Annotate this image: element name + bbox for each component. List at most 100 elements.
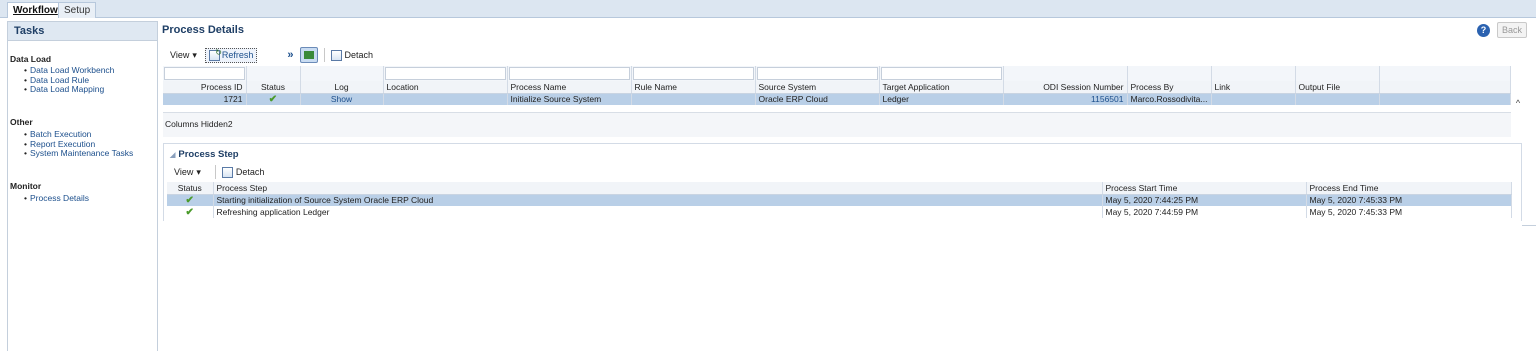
col-header[interactable]: Rule Name — [631, 81, 756, 94]
end-time-cell: May 5, 2020 7:45:33 PM — [1306, 206, 1512, 218]
header-row: Process ID Status Log Location Process N… — [163, 81, 1511, 94]
collapse-triangle-icon[interactable]: ◢ — [170, 152, 175, 159]
filter-cell — [246, 66, 301, 81]
filter-process-id[interactable] — [164, 67, 245, 80]
col-header[interactable]: ODI Session Number — [1003, 81, 1128, 94]
step-cell: Starting initialization of Source System… — [213, 194, 1103, 206]
filter-cell — [300, 66, 384, 81]
col-header[interactable]: Log — [300, 81, 384, 94]
col-header[interactable]: Status — [167, 182, 214, 195]
filter-process-name[interactable] — [508, 67, 630, 80]
output-file-cell — [1295, 93, 1380, 105]
overflow-chevron-icon[interactable]: » — [287, 49, 293, 61]
tasks-panel: Tasks Data Load Data Load Workbench Data… — [7, 21, 158, 351]
tab-setup[interactable]: Setup — [58, 2, 97, 18]
col-header[interactable]: Status — [246, 81, 301, 94]
columns-hidden-status: Columns Hidden2 — [163, 112, 1511, 137]
dropdown-arrow-icon: ▾ — [196, 166, 201, 177]
rule-name-cell — [631, 93, 756, 105]
nav-process-details[interactable]: Process Details — [24, 193, 89, 204]
filter-cell — [1295, 66, 1380, 81]
start-time-cell: May 5, 2020 7:44:59 PM — [1102, 206, 1307, 218]
nav-system-maintenance-tasks[interactable]: System Maintenance Tasks — [24, 148, 133, 159]
detach-icon — [221, 166, 233, 178]
other-list: Batch Execution Report Execution System … — [24, 129, 133, 159]
filter-target-application[interactable] — [880, 67, 1002, 80]
col-header[interactable]: Process ID — [163, 81, 247, 94]
filter-source-system[interactable] — [756, 67, 878, 80]
process-id-cell: 1721 — [163, 93, 247, 105]
view-menu[interactable]: View ▾ — [170, 50, 197, 61]
filter-cell — [631, 66, 756, 81]
filter-cell — [1127, 66, 1212, 81]
step-detach-label: Detach — [235, 167, 265, 177]
export-excel-icon[interactable] — [299, 47, 318, 63]
odi-session-link[interactable]: 1156501 — [1003, 93, 1128, 105]
end-time-cell: May 5, 2020 7:45:33 PM — [1306, 194, 1512, 206]
dropdown-arrow-icon: ▾ — [192, 49, 197, 60]
process-step-title: Process Step — [178, 149, 239, 160]
section-title-monitor: Monitor — [10, 181, 42, 191]
process-toolbar: View ▾ ↻ Refresh » Detach — [170, 46, 381, 64]
success-check-icon: ✔ — [185, 206, 194, 218]
target-application-cell: Ledger — [879, 93, 1004, 105]
columns-hidden-count: 2 — [227, 119, 233, 129]
scroll-up-icon[interactable]: ^ — [1513, 98, 1523, 110]
nav-data-load-mapping[interactable]: Data Load Mapping — [24, 84, 114, 95]
col-header[interactable]: Location — [383, 81, 508, 94]
toolbar-separator — [323, 48, 325, 62]
section-title-data-load: Data Load — [10, 54, 52, 64]
col-header[interactable]: Process Name — [507, 81, 632, 94]
col-header[interactable]: Output File — [1295, 81, 1380, 94]
filter-cell — [507, 66, 632, 81]
filter-cell — [383, 66, 508, 81]
filter-cell — [1379, 66, 1511, 81]
filter-location[interactable] — [384, 67, 506, 80]
filter-cell — [1003, 66, 1128, 81]
process-by-cell: Marco.Rossodivita... — [1127, 93, 1212, 105]
step-view-menu[interactable]: View ▾ — [174, 167, 201, 178]
filter-rule-name[interactable] — [632, 67, 754, 80]
col-header[interactable]: Source System — [755, 81, 880, 94]
col-header[interactable]: Process Start Time — [1102, 182, 1307, 195]
help-icon[interactable]: ? — [1477, 24, 1490, 37]
table-row[interactable]: 1721 ✔ Show Initialize Source System Ora… — [163, 93, 1511, 105]
refresh-button[interactable]: ↻ Refresh — [204, 47, 258, 63]
col-header — [1379, 81, 1511, 94]
tab-workflow[interactable]: Workflow — [7, 2, 64, 18]
status-cell: ✔ — [246, 93, 301, 105]
divider — [1522, 225, 1536, 226]
process-step-table: Status Process Step Process Start Time P… — [167, 182, 1512, 218]
col-header[interactable]: Process By — [1127, 81, 1212, 94]
back-button[interactable]: Back — [1497, 22, 1527, 38]
status-cell: ✔ — [167, 194, 214, 206]
table-row[interactable]: ✔ Refreshing application Ledger May 5, 2… — [167, 206, 1512, 218]
refresh-icon: ↻ — [208, 48, 222, 61]
success-check-icon: ✔ — [185, 194, 194, 206]
tasks-title: Tasks — [8, 22, 157, 41]
filter-row — [163, 66, 1511, 81]
link-cell — [1211, 93, 1296, 105]
step-view-label: View — [174, 167, 194, 177]
refresh-label: Refresh — [221, 50, 254, 60]
monitor-list: Process Details — [24, 193, 89, 204]
filter-cell — [879, 66, 1004, 81]
log-show-link[interactable]: Show — [300, 93, 384, 105]
filter-cell — [1211, 66, 1296, 81]
step-detach-button[interactable]: Detach — [221, 166, 265, 178]
columns-hidden-label: Columns Hidden — [165, 119, 228, 129]
detach-label: Detach — [344, 50, 374, 60]
col-header[interactable]: Process Step — [213, 182, 1103, 195]
success-check-icon: ✔ — [268, 93, 278, 105]
process-step-header[interactable]: ◢ Process Step — [170, 149, 239, 160]
data-load-list: Data Load Workbench Data Load Rule Data … — [24, 65, 114, 95]
process-name-cell: Initialize Source System — [507, 93, 632, 105]
table-row[interactable]: ✔ Starting initialization of Source Syst… — [167, 194, 1512, 206]
location-cell — [383, 93, 508, 105]
col-header[interactable]: Target Application — [879, 81, 1004, 94]
col-header[interactable]: Process End Time — [1306, 182, 1512, 195]
detach-button[interactable]: Detach — [330, 49, 374, 61]
process-table: Process ID Status Log Location Process N… — [163, 66, 1511, 105]
top-tab-bar: Workflow Setup — [0, 0, 1536, 18]
col-header[interactable]: Link — [1211, 81, 1296, 94]
